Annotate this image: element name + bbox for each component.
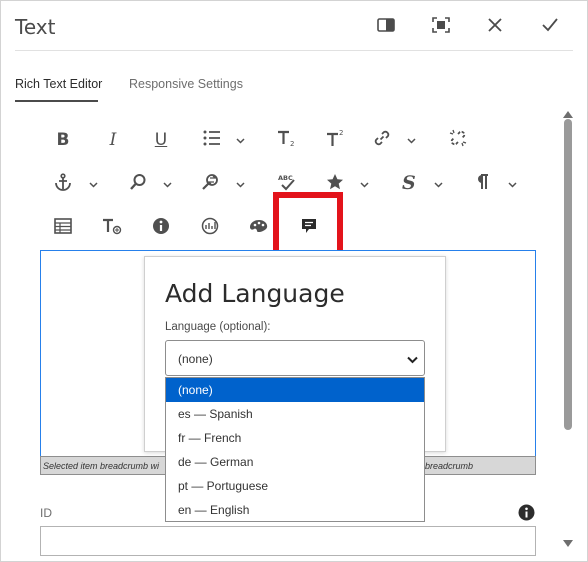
text-dialog: Text Rich Text Editor Responsive Setting… <box>0 0 588 562</box>
chevron-down-icon <box>235 131 245 149</box>
unlink-icon <box>449 129 467 152</box>
search-icon <box>129 173 147 196</box>
chevron-down-icon <box>235 175 245 193</box>
link-dropdown[interactable] <box>405 134 417 146</box>
text-formatting-button[interactable] <box>95 213 129 243</box>
language-option-de[interactable]: de — German <box>166 450 424 474</box>
find-replace-dropdown[interactable] <box>234 178 246 190</box>
dialog-header: Text <box>1 1 587 51</box>
id-input[interactable] <box>40 526 536 556</box>
chevron-down-icon <box>407 353 418 367</box>
language-options-list: (none) es — Spanish fr — French de — Ger… <box>165 377 425 522</box>
find-replace-button[interactable] <box>194 169 228 199</box>
link-button[interactable] <box>365 125 399 155</box>
chevron-down-icon <box>162 175 172 193</box>
close-button[interactable] <box>483 15 507 39</box>
close-icon <box>488 17 502 37</box>
paragraph-icon <box>474 173 490 196</box>
done-button[interactable] <box>538 15 562 39</box>
find-dropdown[interactable] <box>161 178 173 190</box>
language-select-value: (none) <box>178 352 213 366</box>
chevron-down-icon <box>88 175 98 193</box>
chevron-down-icon <box>406 131 416 149</box>
svg-text:ABC: ABC <box>278 174 293 182</box>
anchor-icon <box>54 172 72 196</box>
anchor-button[interactable] <box>46 169 80 199</box>
palette-icon <box>249 218 269 239</box>
styles-button[interactable]: S <box>392 169 426 199</box>
find-replace-icon <box>201 173 221 196</box>
list-icon <box>203 130 221 151</box>
active-tab-indicator <box>15 100 98 102</box>
chevron-down-icon <box>507 175 517 193</box>
table-icon <box>54 217 72 239</box>
superscript-icon: 2 <box>325 129 345 152</box>
highlight-box <box>273 192 343 259</box>
italic-button[interactable]: I <box>96 125 130 155</box>
subscript-icon: 2 <box>276 129 296 152</box>
list-button[interactable] <box>195 125 229 155</box>
tab-rich-text-editor[interactable]: Rich Text Editor <box>15 77 102 91</box>
tab-responsive-settings[interactable]: Responsive Settings <box>129 77 243 91</box>
fullscreen-icon <box>432 16 450 38</box>
language-option-pt[interactable]: pt — Portuguese <box>166 474 424 498</box>
italic-icon: I <box>109 130 117 150</box>
dialog-title: Text <box>15 15 56 39</box>
check-icon <box>542 17 558 37</box>
info-icon[interactable] <box>518 504 535 526</box>
breadcrumb-right: breadcrumb <box>425 461 474 471</box>
chevron-down-icon <box>359 175 369 193</box>
styles-dropdown[interactable] <box>432 178 444 190</box>
language-option-fr[interactable]: fr — French <box>166 426 424 450</box>
breadcrumb-left: Selected item breadcrumb wi <box>43 461 160 471</box>
language-option-en[interactable]: en — English <box>166 498 424 522</box>
anchor-dropdown[interactable] <box>87 178 99 190</box>
paragraph-format-dropdown[interactable] <box>506 178 518 190</box>
toggle-side-panel-icon <box>377 17 395 37</box>
svg-text:2: 2 <box>290 140 294 147</box>
info-icon <box>152 217 170 240</box>
chart-circle-icon <box>201 217 219 240</box>
bold-button[interactable]: B <box>46 125 80 155</box>
language-option-none[interactable]: (none) <box>166 378 424 402</box>
scrollbar-thumb[interactable] <box>564 119 572 430</box>
language-select[interactable]: (none) <box>165 340 425 376</box>
language-field-label: Language (optional): <box>165 321 271 333</box>
info-button[interactable] <box>144 213 178 243</box>
language-option-es[interactable]: es — Spanish <box>166 402 424 426</box>
header-divider <box>15 50 573 51</box>
paragraph-format-button[interactable] <box>465 169 499 199</box>
bold-icon: B <box>56 130 70 150</box>
svg-text:S: S <box>402 173 416 191</box>
chart-button[interactable] <box>193 213 227 243</box>
chevron-down-icon <box>433 175 443 193</box>
text-format-icon <box>102 217 122 240</box>
toggle-side-panel-button[interactable] <box>374 15 398 39</box>
svg-text:2: 2 <box>339 129 343 137</box>
link-icon <box>373 129 391 152</box>
unlink-button[interactable] <box>441 125 475 155</box>
find-button[interactable] <box>121 169 155 199</box>
subscript-button[interactable]: 2 <box>269 125 303 155</box>
fullscreen-button[interactable] <box>429 15 453 39</box>
list-dropdown[interactable] <box>234 134 246 146</box>
special-characters-dropdown[interactable] <box>358 178 370 190</box>
modal-title: Add Language <box>165 279 345 308</box>
superscript-button[interactable]: 2 <box>318 125 352 155</box>
scroll-down-arrow-icon[interactable] <box>563 534 573 552</box>
table-button[interactable] <box>46 213 80 243</box>
underline-button[interactable]: U <box>144 125 178 155</box>
styles-icon: S <box>400 172 418 196</box>
palette-button[interactable] <box>242 213 276 243</box>
underline-icon: U <box>154 130 168 150</box>
id-field-label: ID <box>40 506 52 520</box>
